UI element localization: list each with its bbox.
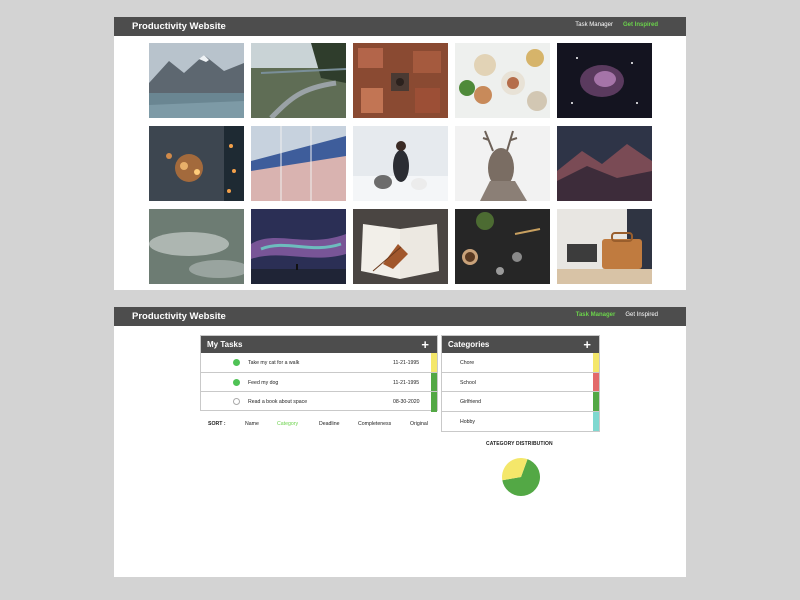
category-row[interactable]: Hobby — [442, 411, 599, 431]
photo-city-lights-bokeh[interactable] — [149, 126, 244, 201]
photo-mountain-sunset[interactable] — [557, 126, 652, 201]
add-task-button[interactable]: + — [421, 336, 429, 353]
categories-title: Categories — [448, 340, 490, 349]
photo-laptop-leather-bag[interactable] — [557, 209, 652, 284]
task-name: Take my cat for a walk — [248, 360, 300, 366]
sort-option-original[interactable]: Original — [410, 421, 428, 427]
photo-breakfast-table[interactable] — [455, 43, 550, 118]
navbar: Productivity Website Task Manager Get In… — [114, 17, 686, 36]
task-category-color — [431, 392, 437, 412]
task-name: Feed my dog — [248, 379, 279, 386]
tasks-card: My Tasks + Take my cat for a walk 11-21-… — [200, 335, 438, 412]
nav-link-get-inspired[interactable]: Get Inspired — [625, 312, 658, 318]
photo-foggy-forest[interactable] — [149, 209, 244, 284]
category-row[interactable]: Girlfriend — [442, 392, 599, 412]
sort-option-deadline[interactable]: Deadline — [319, 421, 339, 427]
category-color — [593, 411, 599, 431]
sort-option-name[interactable]: Name — [245, 421, 259, 427]
task-row[interactable]: Take my cat for a walk 11-21-1995 — [201, 353, 437, 373]
categories-card: Categories + Chore School Girlfriend Hob… — [441, 335, 600, 432]
category-distribution-pie — [502, 458, 540, 496]
category-row[interactable]: School — [442, 372, 599, 392]
tasks-header: My Tasks + — [201, 336, 437, 353]
category-color — [593, 372, 599, 391]
photo-woman-with-huskies[interactable] — [353, 126, 448, 201]
nav-links: Task Manager Get Inspired — [576, 312, 658, 318]
site-brand[interactable]: Productivity Website — [132, 311, 226, 322]
category-name: Hobby — [460, 418, 475, 425]
task-complete-toggle[interactable] — [233, 398, 240, 405]
photo-aurora-night[interactable] — [251, 209, 346, 284]
sort-option-category[interactable]: Category — [277, 421, 298, 427]
task-date: 11-21-1995 — [393, 360, 420, 366]
navbar: Productivity Website Task Manager Get In… — [114, 307, 686, 326]
task-complete-toggle[interactable] — [233, 359, 240, 366]
sort-label: SORT : — [208, 421, 226, 427]
sort-option-completeness[interactable]: Completeness — [358, 421, 391, 427]
category-name: Chore — [460, 360, 475, 366]
category-name: School — [460, 379, 476, 386]
category-color — [593, 392, 599, 411]
task-name: Read a book about space — [248, 399, 308, 405]
photo-orion-nebula[interactable] — [557, 43, 652, 118]
category-row[interactable]: Chore — [442, 353, 599, 373]
photo-open-book-leaf[interactable] — [353, 209, 448, 284]
category-distribution-title: CATEGORY DISTRIBUTION — [486, 441, 553, 447]
category-name: Girlfriend — [460, 399, 482, 405]
task-row[interactable]: Read a book about space 08-30-2020 — [201, 392, 437, 412]
nav-link-task-manager[interactable]: Task Manager — [575, 22, 613, 28]
task-date: 11-21-1995 — [393, 379, 420, 386]
nav-link-get-inspired[interactable]: Get Inspired — [623, 22, 658, 28]
task-category-color — [431, 372, 437, 391]
categories-header: Categories + — [442, 336, 599, 353]
photo-coffee-flatlay[interactable] — [455, 209, 550, 284]
task-category-color — [431, 353, 437, 372]
photo-coastal-road[interactable] — [251, 43, 346, 118]
add-category-button[interactable]: + — [583, 336, 591, 353]
inspire-screen: Productivity Website Task Manager Get In… — [114, 17, 686, 290]
task-row[interactable]: Feed my dog 11-21-1995 — [201, 372, 437, 392]
task-date: 08-30-2020 — [393, 399, 420, 405]
photo-building-facade[interactable] — [251, 126, 346, 201]
photo-mountain-lake[interactable] — [149, 43, 244, 118]
inspiration-photo-grid — [149, 43, 652, 284]
photo-deer-portrait[interactable] — [455, 126, 550, 201]
tasks-title: My Tasks — [207, 340, 243, 349]
photo-aerial-rooftops[interactable] — [353, 43, 448, 118]
nav-links: Task Manager Get Inspired — [575, 22, 658, 28]
task-manager-screen: Productivity Website Task Manager Get In… — [114, 307, 686, 577]
nav-link-task-manager[interactable]: Task Manager — [576, 312, 616, 318]
site-brand[interactable]: Productivity Website — [132, 21, 226, 32]
category-color — [593, 353, 599, 372]
task-complete-toggle[interactable] — [233, 378, 240, 386]
